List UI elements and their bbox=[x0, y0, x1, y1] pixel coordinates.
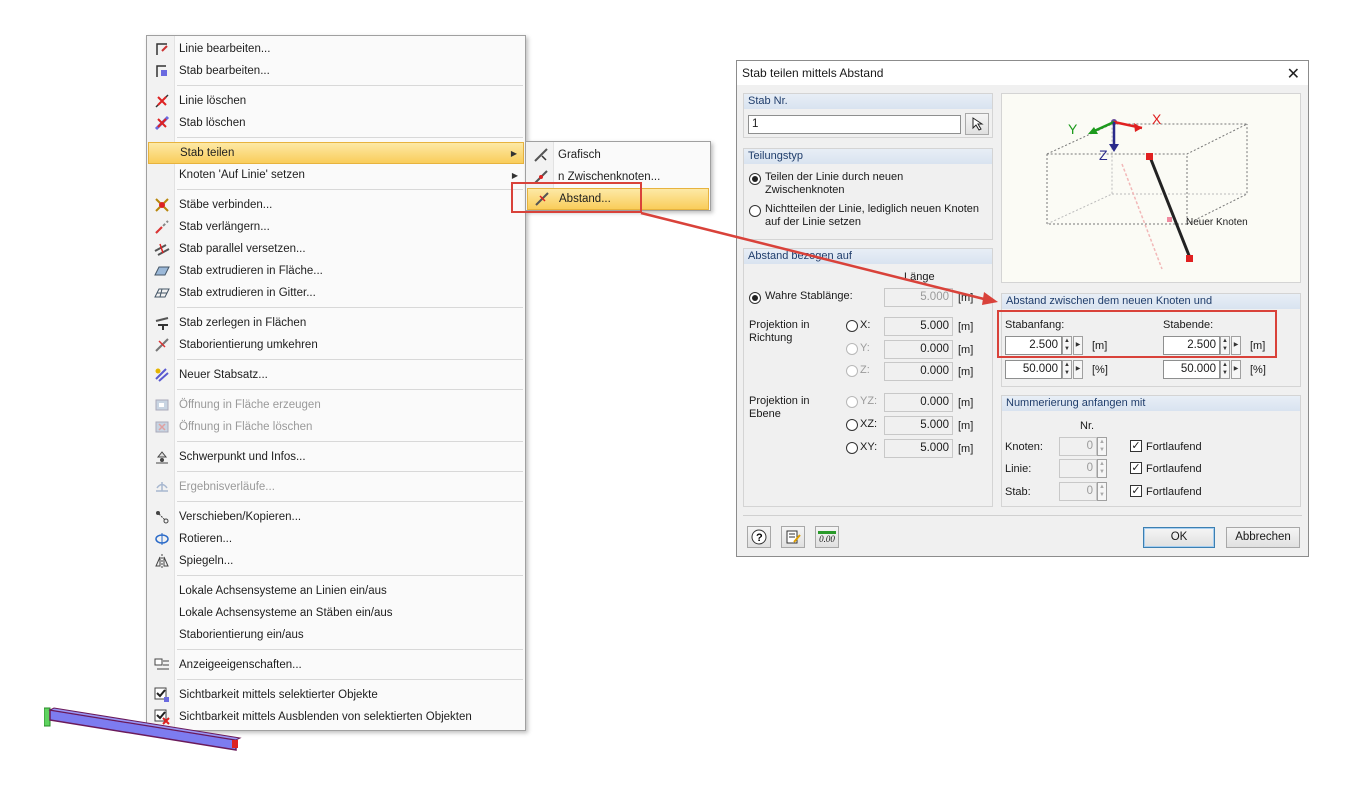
annotation-arrow bbox=[640, 211, 998, 305]
